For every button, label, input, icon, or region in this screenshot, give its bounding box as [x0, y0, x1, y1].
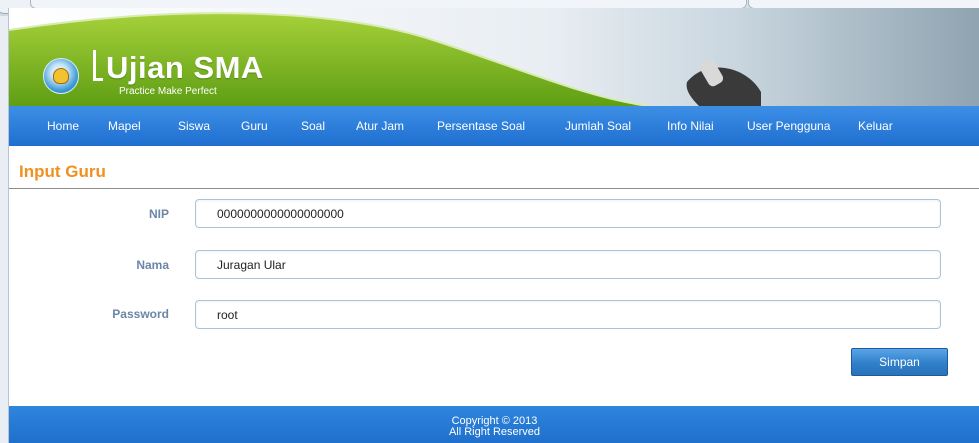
nav-mapel[interactable]: Mapel [108, 106, 141, 146]
nav-info-nilai[interactable]: Info Nilai [667, 106, 714, 146]
brand-subtitle: Practice Make Perfect [119, 86, 217, 97]
nav-home[interactable]: Home [47, 106, 79, 146]
password-label: Password [112, 307, 169, 321]
main-nav: Home Mapel Siswa Guru Soal Atur Jam Pers… [9, 106, 979, 146]
footer: Copyright © 2013 All Right Reserved [9, 406, 979, 443]
nav-soal[interactable]: Soal [301, 106, 325, 146]
nip-label: NIP [148, 207, 169, 221]
page-title: Input Guru [19, 162, 106, 181]
nav-keluar[interactable]: Keluar [858, 106, 893, 146]
nama-label: Nama [136, 258, 169, 272]
logo-icon [43, 58, 79, 94]
nav-guru[interactable]: Guru [241, 106, 268, 146]
title-divider [9, 188, 979, 189]
footer-rights: All Right Reserved [448, 426, 541, 438]
nama-input[interactable] [195, 250, 941, 279]
nip-input[interactable] [195, 199, 941, 228]
footer-copyright: Copyright © 2013 [451, 415, 538, 427]
simpan-button[interactable]: Simpan [851, 348, 948, 376]
nav-atur-jam[interactable]: Atur Jam [356, 106, 404, 146]
nav-jumlah-soal[interactable]: Jumlah Soal [565, 106, 631, 146]
nav-persentase-soal[interactable]: Persentase Soal [437, 106, 525, 146]
nav-siswa[interactable]: Siswa [178, 106, 210, 146]
brand-title: Ujian SMA [93, 50, 264, 86]
nav-user-pengguna[interactable]: User Pengguna [747, 106, 830, 146]
header-banner: Ujian SMA Practice Make Perfect [9, 8, 979, 106]
page: Ujian SMA Practice Make Perfect Home Map… [8, 8, 979, 443]
hand-illustration [686, 59, 761, 106]
password-input[interactable] [195, 300, 941, 329]
